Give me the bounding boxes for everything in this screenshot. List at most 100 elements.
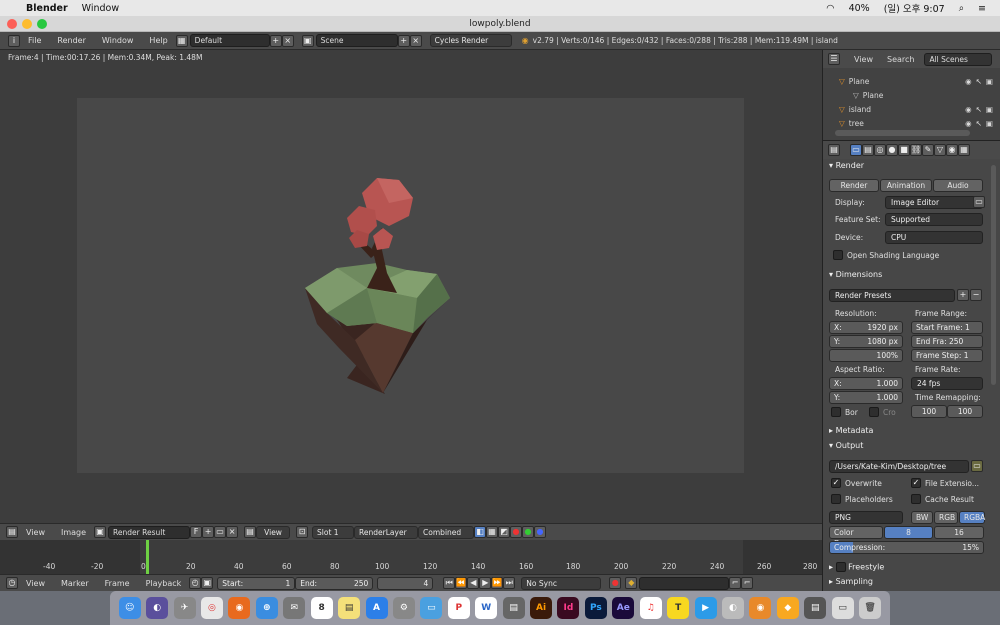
- resolution-x-field[interactable]: X: 1920 px: [829, 321, 903, 334]
- documents-stack-icon[interactable]: ▭: [831, 597, 854, 619]
- output-path-field[interactable]: /Users/Kate-Kim/Desktop/tree: [829, 460, 969, 473]
- device-dropdown[interactable]: CPU: [885, 231, 983, 244]
- music-icon[interactable]: ♫: [639, 597, 662, 619]
- keying-set-icon[interactable]: ◆: [625, 577, 638, 589]
- scanner-icon[interactable]: ▤: [502, 597, 525, 619]
- add-layout-icon[interactable]: +: [269, 34, 282, 47]
- animation-button[interactable]: Animation: [880, 179, 932, 192]
- display-window-icon[interactable]: ▭: [973, 196, 985, 208]
- scene-tab-icon[interactable]: ◎: [874, 144, 886, 156]
- visibility-eye-icon[interactable]: ◉: [965, 105, 972, 114]
- alpha-icon[interactable]: ▦: [486, 526, 499, 538]
- menu-list-icon[interactable]: ≡: [978, 3, 986, 14]
- clock-text[interactable]: (일) 오후 9:07: [884, 1, 945, 15]
- render-layer-dropdown[interactable]: RenderLayer: [354, 525, 419, 539]
- next-keyframe-icon[interactable]: ⏩: [491, 577, 504, 589]
- render-camera-icon[interactable]: ▣: [986, 105, 993, 114]
- scene-field[interactable]: Scene: [315, 34, 398, 47]
- compression-slider[interactable]: Compression: 15%: [829, 541, 984, 554]
- end-frame-field[interactable]: End: 250: [295, 576, 374, 590]
- play-reverse-icon[interactable]: ◀: [467, 577, 480, 589]
- image-menu[interactable]: Image: [61, 528, 86, 537]
- editor-type-icon[interactable]: i: [8, 34, 20, 47]
- indesign-icon[interactable]: Id: [557, 597, 580, 619]
- material-tab-icon[interactable]: ◉: [946, 144, 958, 156]
- slot-dropdown[interactable]: Slot 1: [312, 525, 355, 539]
- channel-green-icon[interactable]: ●: [522, 526, 535, 538]
- marker-menu[interactable]: Marker: [61, 579, 89, 588]
- quicktime-icon[interactable]: ▶: [694, 597, 717, 619]
- playback-menu[interactable]: Playback: [146, 579, 182, 588]
- close-window-button[interactable]: [7, 19, 17, 29]
- chrome-icon[interactable]: ◎: [200, 597, 223, 619]
- browse-folder-icon[interactable]: ▭: [971, 460, 983, 472]
- rgba-button[interactable]: RGBA: [959, 511, 985, 524]
- resolution-percentage-field[interactable]: 100%: [829, 349, 903, 362]
- prev-keyframe-icon[interactable]: ⏪: [455, 577, 468, 589]
- render-pass-dropdown[interactable]: Combined: [418, 525, 475, 539]
- outliner-row-island[interactable]: ▽ island ◉ ↖ ▣: [833, 102, 993, 116]
- image-editor-type-icon[interactable]: ▤: [6, 526, 18, 538]
- placeholders-checkbox[interactable]: [831, 494, 841, 504]
- render-menu[interactable]: Render: [57, 36, 85, 45]
- visibility-eye-icon[interactable]: ◉: [965, 119, 972, 128]
- jump-end-icon[interactable]: ⏭: [503, 577, 516, 589]
- cache-result-checkbox[interactable]: [911, 494, 921, 504]
- wifi-icon[interactable]: ◠: [826, 3, 834, 14]
- render-engine-dropdown[interactable]: Cycles Render: [429, 34, 512, 47]
- window-menu[interactable]: Window: [82, 3, 119, 14]
- outliner-row-tree[interactable]: ▽ tree ◉ ↖ ▣: [833, 116, 993, 130]
- rgb-button[interactable]: RGB: [934, 511, 958, 524]
- image-view-menu[interactable]: View: [26, 528, 45, 537]
- minimize-window-button[interactable]: [22, 19, 32, 29]
- channel-blue-icon[interactable]: ●: [534, 526, 547, 538]
- search-icon[interactable]: ⌕: [959, 3, 964, 14]
- unlink-image-icon[interactable]: ×: [226, 526, 239, 538]
- word-icon[interactable]: W: [475, 597, 498, 619]
- remove-scene-icon[interactable]: ×: [409, 34, 422, 47]
- sketch-icon[interactable]: ◆: [776, 597, 799, 619]
- remove-preset-icon[interactable]: −: [970, 289, 982, 301]
- select-arrow-icon[interactable]: ↖: [976, 105, 982, 114]
- overwrite-checkbox[interactable]: ✓: [831, 478, 841, 488]
- keying-set-field[interactable]: [639, 576, 730, 590]
- delete-keyframe-icon[interactable]: ⌐: [741, 577, 754, 589]
- outliner-row-plane[interactable]: ▽ Plane ◉ ↖ ▣: [833, 74, 993, 88]
- timeline-editor-icon[interactable]: ◷: [6, 577, 18, 589]
- display-channels-icon[interactable]: ◧: [474, 526, 487, 538]
- fake-user-button[interactable]: F: [190, 526, 203, 538]
- record-icon[interactable]: ●: [609, 577, 622, 589]
- feature-set-dropdown[interactable]: Supported: [885, 213, 983, 226]
- display-dropdown[interactable]: Image Editor: [885, 196, 983, 209]
- freestyle-section-header[interactable]: ▸ Freestyle: [829, 562, 884, 572]
- data-tab-icon[interactable]: ▽: [934, 144, 946, 156]
- lock-range-icon[interactable]: ▣: [201, 577, 214, 589]
- preview-range-icon[interactable]: ◴: [189, 577, 202, 589]
- outliner-view-menu[interactable]: View: [854, 55, 873, 64]
- render-camera-icon[interactable]: ▣: [986, 77, 993, 86]
- outliner-scrollbar[interactable]: [835, 130, 970, 136]
- trash-icon[interactable]: 🗑: [859, 597, 882, 619]
- after-effects-icon[interactable]: Ae: [612, 597, 635, 619]
- notes-icon[interactable]: ▤: [338, 597, 361, 619]
- zoom-window-button[interactable]: [37, 19, 47, 29]
- frame-menu[interactable]: Frame: [105, 579, 130, 588]
- launchpad-icon[interactable]: ✈: [173, 597, 196, 619]
- audio-button[interactable]: Audio: [933, 179, 983, 192]
- aspect-y-field[interactable]: Y: 1.000: [829, 391, 903, 404]
- border-checkbox[interactable]: [831, 407, 841, 417]
- add-scene-icon[interactable]: +: [397, 34, 410, 47]
- mail-icon[interactable]: ✉: [283, 597, 306, 619]
- insert-keyframe-icon[interactable]: ⌐: [729, 577, 742, 589]
- dimensions-section-header[interactable]: ▾ Dimensions: [829, 270, 882, 279]
- remap-old-field[interactable]: 100: [911, 405, 947, 418]
- visibility-eye-icon[interactable]: ◉: [965, 77, 972, 86]
- photoshop-icon[interactable]: Ps: [584, 597, 607, 619]
- world-tab-icon[interactable]: ●: [886, 144, 898, 156]
- osl-checkbox[interactable]: [833, 250, 843, 260]
- outliner-row-plane-mesh[interactable]: ▽ Plane: [833, 88, 993, 102]
- bw-button[interactable]: BW: [911, 511, 933, 524]
- open-image-icon[interactable]: ▭: [214, 526, 227, 538]
- system-preferences-icon[interactable]: ⚙: [392, 597, 415, 619]
- siri-icon[interactable]: ◐: [146, 597, 169, 619]
